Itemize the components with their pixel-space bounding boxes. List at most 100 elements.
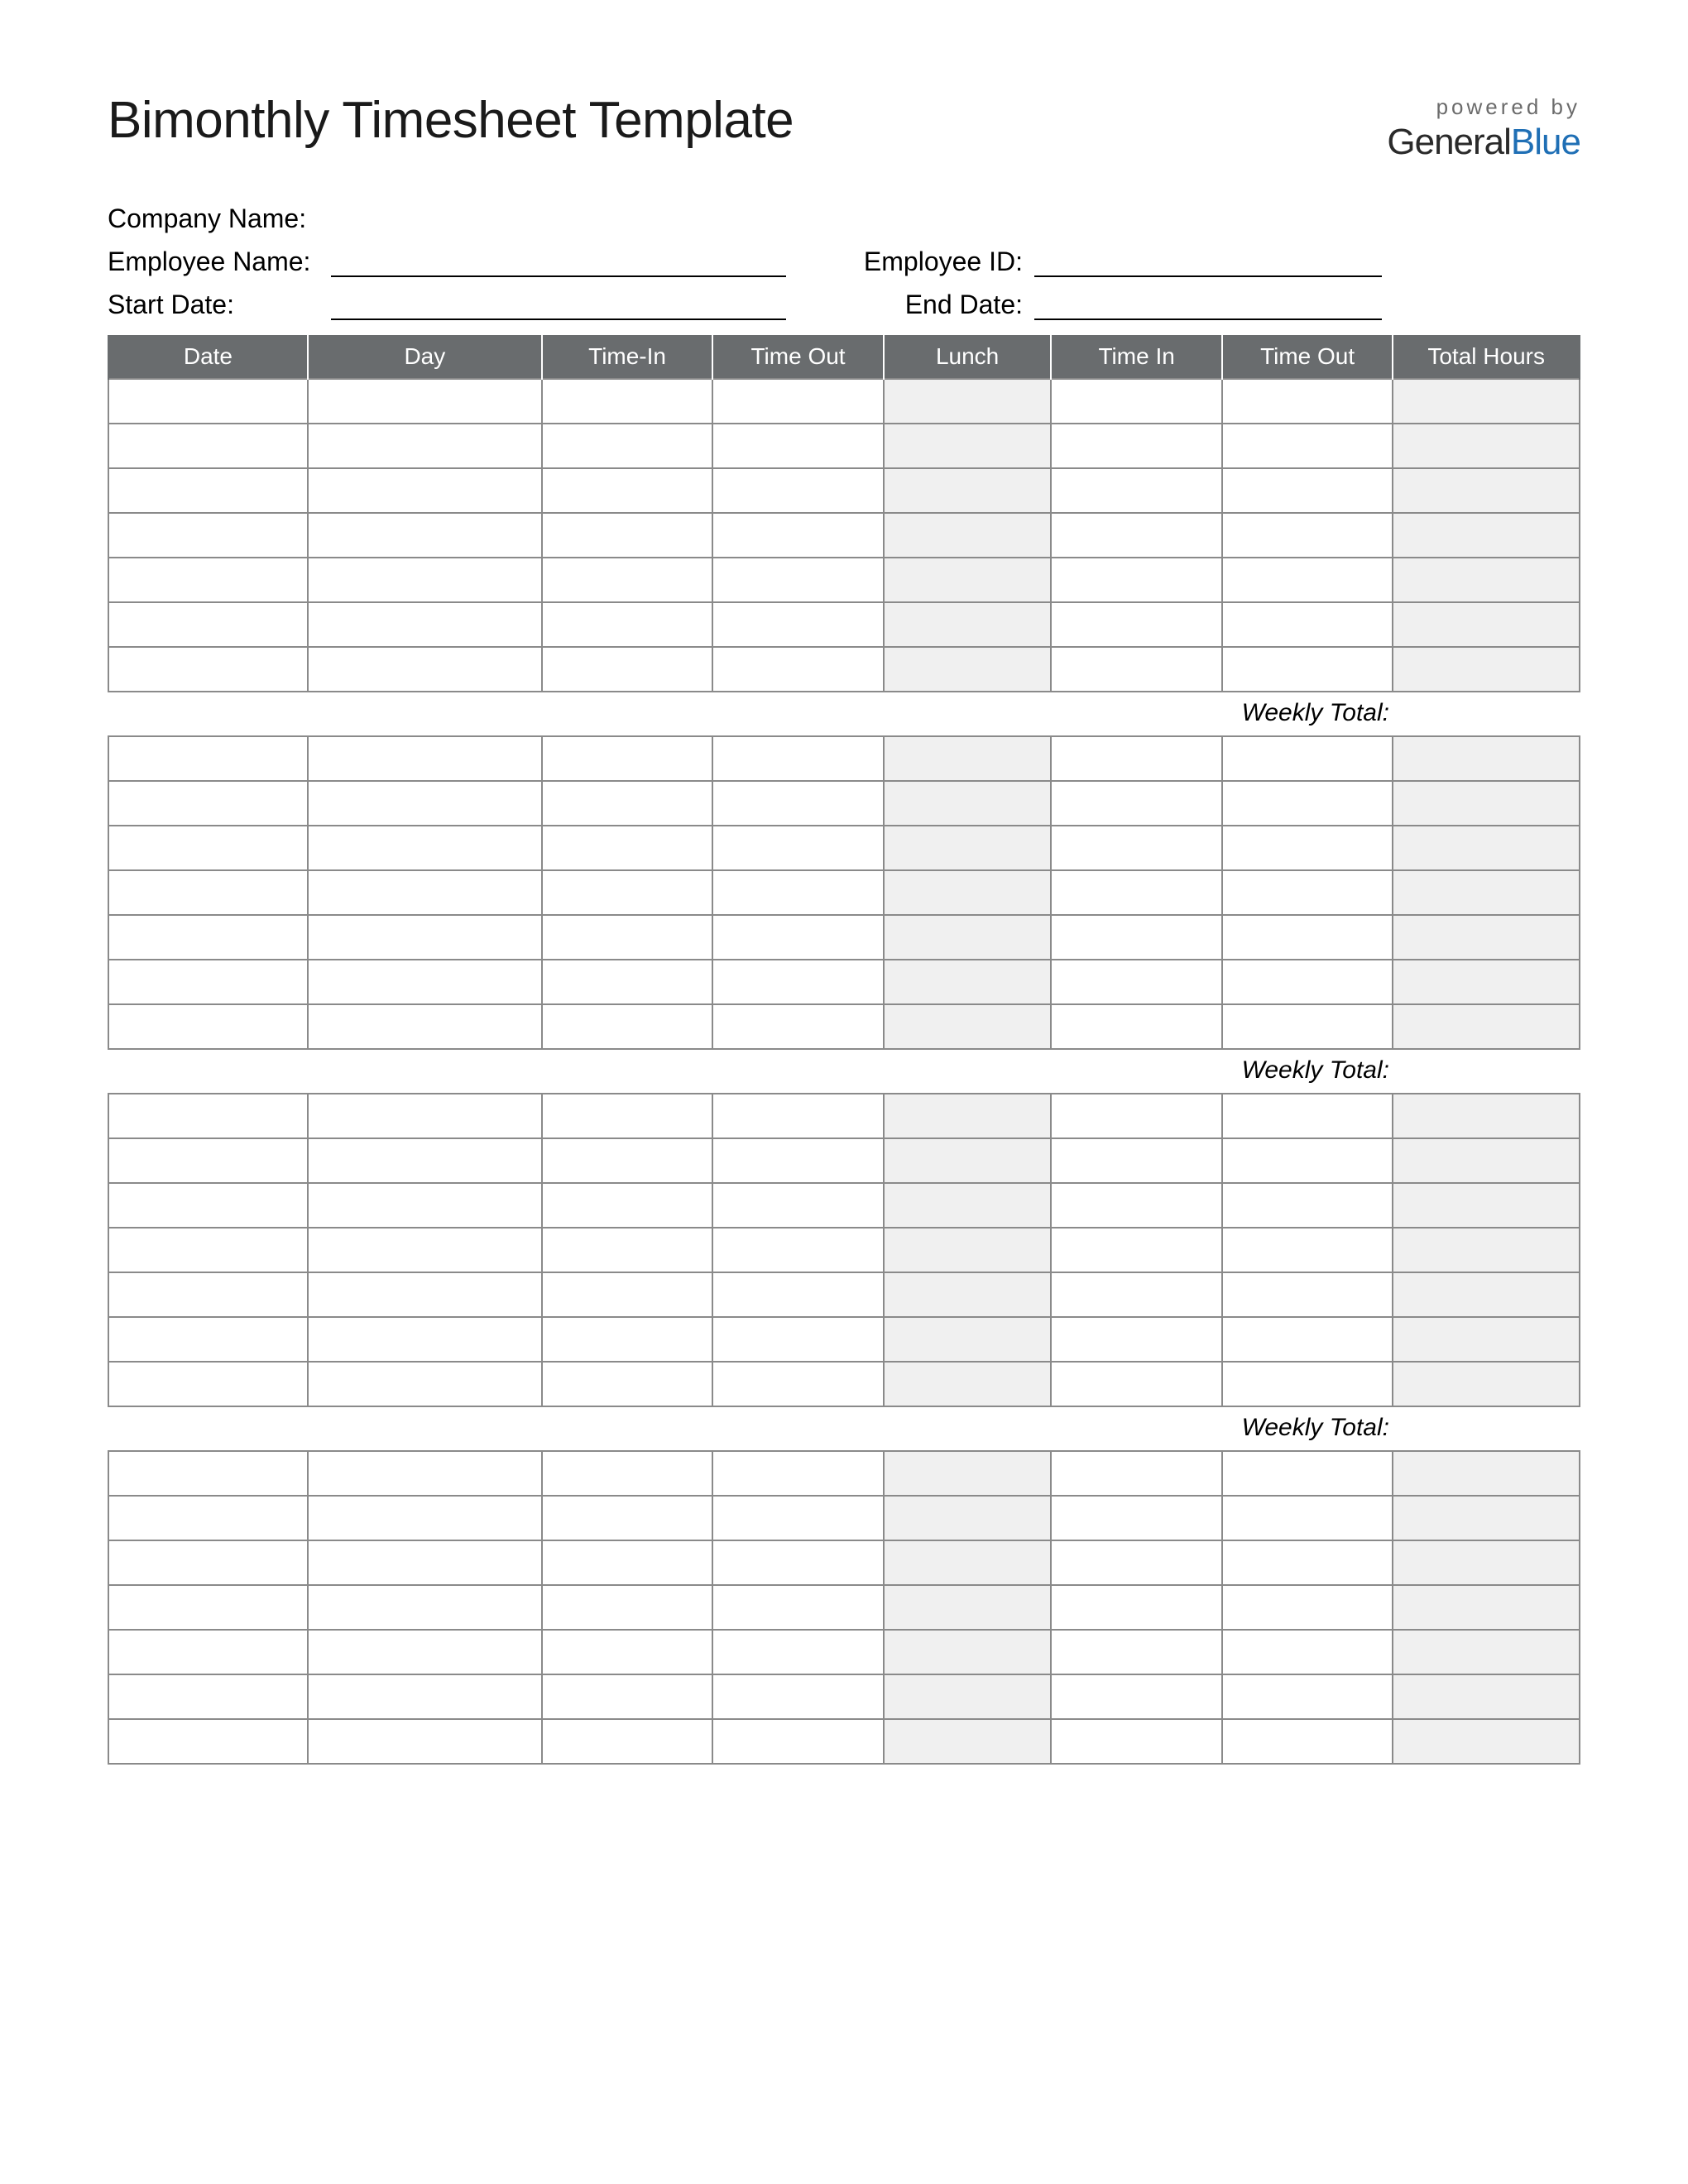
table-cell[interactable]: [884, 1138, 1052, 1183]
table-cell[interactable]: [1393, 647, 1580, 692]
table-cell[interactable]: [108, 558, 308, 602]
table-cell[interactable]: [108, 1004, 308, 1049]
table-cell[interactable]: [1051, 1317, 1221, 1362]
table-cell[interactable]: [712, 1138, 883, 1183]
table-cell[interactable]: [108, 960, 308, 1004]
table-cell[interactable]: [884, 1719, 1052, 1764]
table-cell[interactable]: [712, 424, 883, 468]
table-cell[interactable]: [542, 1094, 712, 1138]
table-cell[interactable]: [884, 513, 1052, 558]
table-cell[interactable]: [542, 1585, 712, 1630]
table-cell[interactable]: [712, 1317, 883, 1362]
start-date-field[interactable]: [331, 282, 786, 320]
table-cell[interactable]: [1393, 1094, 1580, 1138]
table-cell[interactable]: [1222, 781, 1393, 826]
table-cell[interactable]: [308, 915, 542, 960]
table-cell[interactable]: [1051, 1630, 1221, 1674]
table-cell[interactable]: [1222, 1540, 1393, 1585]
table-cell[interactable]: [542, 1362, 712, 1406]
table-cell[interactable]: [1222, 379, 1393, 424]
table-cell[interactable]: [308, 647, 542, 692]
table-cell[interactable]: [884, 379, 1052, 424]
table-cell[interactable]: [1051, 1094, 1221, 1138]
table-cell[interactable]: [1051, 1451, 1221, 1496]
table-cell[interactable]: [884, 558, 1052, 602]
table-cell[interactable]: [1222, 1451, 1393, 1496]
table-cell[interactable]: [108, 424, 308, 468]
table-cell[interactable]: [712, 1272, 883, 1317]
table-cell[interactable]: [1393, 1674, 1580, 1719]
table-cell[interactable]: [542, 424, 712, 468]
table-cell[interactable]: [712, 1362, 883, 1406]
table-cell[interactable]: [308, 1362, 542, 1406]
table-cell[interactable]: [1051, 424, 1221, 468]
table-cell[interactable]: [542, 468, 712, 513]
table-cell[interactable]: [884, 870, 1052, 915]
table-cell[interactable]: [308, 736, 542, 781]
table-cell[interactable]: [1222, 558, 1393, 602]
table-cell[interactable]: [712, 1585, 883, 1630]
table-cell[interactable]: [1051, 1674, 1221, 1719]
table-cell[interactable]: [542, 558, 712, 602]
table-cell[interactable]: [1393, 1585, 1580, 1630]
table-cell[interactable]: [1222, 468, 1393, 513]
table-cell[interactable]: [1393, 602, 1580, 647]
table-cell[interactable]: [308, 826, 542, 870]
table-cell[interactable]: [1393, 1362, 1580, 1406]
table-cell[interactable]: [884, 781, 1052, 826]
table-cell[interactable]: [884, 1630, 1052, 1674]
table-cell[interactable]: [884, 736, 1052, 781]
table-cell[interactable]: [542, 602, 712, 647]
table-cell[interactable]: [884, 1004, 1052, 1049]
table-cell[interactable]: [1393, 1630, 1580, 1674]
table-cell[interactable]: [108, 870, 308, 915]
table-cell[interactable]: [1393, 558, 1580, 602]
table-cell[interactable]: [308, 1317, 542, 1362]
table-cell[interactable]: [308, 602, 542, 647]
table-cell[interactable]: [1393, 915, 1580, 960]
table-cell[interactable]: [542, 513, 712, 558]
table-cell[interactable]: [712, 1451, 883, 1496]
table-cell[interactable]: [1051, 1183, 1221, 1228]
table-cell[interactable]: [108, 1540, 308, 1585]
employee-id-field[interactable]: [1034, 239, 1382, 277]
table-cell[interactable]: [884, 960, 1052, 1004]
table-cell[interactable]: [1393, 870, 1580, 915]
table-cell[interactable]: [1222, 1272, 1393, 1317]
table-cell[interactable]: [1222, 1719, 1393, 1764]
table-cell[interactable]: [1051, 1272, 1221, 1317]
table-cell[interactable]: [1393, 736, 1580, 781]
table-cell[interactable]: [1051, 1362, 1221, 1406]
table-cell[interactable]: [542, 1317, 712, 1362]
table-cell[interactable]: [1393, 424, 1580, 468]
table-cell[interactable]: [542, 1630, 712, 1674]
table-cell[interactable]: [308, 1228, 542, 1272]
table-cell[interactable]: [884, 602, 1052, 647]
table-cell[interactable]: [1222, 424, 1393, 468]
table-cell[interactable]: [308, 1585, 542, 1630]
table-cell[interactable]: [108, 1317, 308, 1362]
table-cell[interactable]: [542, 1496, 712, 1540]
table-cell[interactable]: [712, 602, 883, 647]
table-cell[interactable]: [108, 826, 308, 870]
table-cell[interactable]: [1222, 1674, 1393, 1719]
table-cell[interactable]: [884, 826, 1052, 870]
table-cell[interactable]: [1051, 379, 1221, 424]
table-cell[interactable]: [884, 424, 1052, 468]
table-cell[interactable]: [108, 1451, 308, 1496]
table-cell[interactable]: [884, 915, 1052, 960]
table-cell[interactable]: [542, 1272, 712, 1317]
table-cell[interactable]: [1051, 826, 1221, 870]
table-cell[interactable]: [308, 379, 542, 424]
table-cell[interactable]: [108, 1362, 308, 1406]
table-cell[interactable]: [1222, 1630, 1393, 1674]
table-cell[interactable]: [308, 1674, 542, 1719]
table-cell[interactable]: [108, 1138, 308, 1183]
table-cell[interactable]: [542, 1674, 712, 1719]
table-cell[interactable]: [1222, 1138, 1393, 1183]
table-cell[interactable]: [1393, 1317, 1580, 1362]
table-cell[interactable]: [712, 1094, 883, 1138]
table-cell[interactable]: [1222, 1585, 1393, 1630]
table-cell[interactable]: [1393, 1138, 1580, 1183]
table-cell[interactable]: [108, 1272, 308, 1317]
